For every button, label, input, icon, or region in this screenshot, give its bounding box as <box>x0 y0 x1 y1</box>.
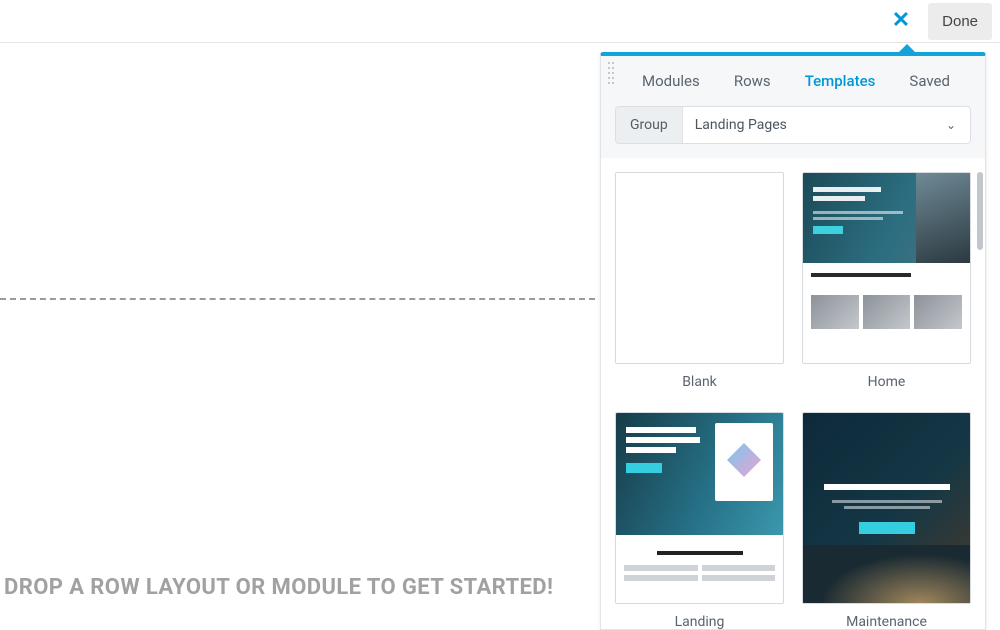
scrollbar[interactable] <box>977 172 983 250</box>
drag-handle-icon[interactable] <box>608 62 610 84</box>
template-thumbnail[interactable] <box>802 172 971 364</box>
template-thumbnail[interactable] <box>802 412 971 604</box>
template-card-landing[interactable]: Landing <box>615 412 784 629</box>
drop-zone-divider <box>0 298 595 300</box>
drop-hint-text: DROP A ROW LAYOUT OR MODULE TO GET START… <box>4 575 553 600</box>
close-icon[interactable]: ✕ <box>884 4 918 38</box>
top-toolbar: ✕ Done <box>0 0 1000 43</box>
tab-modules[interactable]: Modules <box>640 68 702 94</box>
template-card-blank[interactable]: Blank <box>615 172 784 390</box>
done-button[interactable]: Done <box>928 3 992 40</box>
template-name: Blank <box>615 374 784 390</box>
tab-templates[interactable]: Templates <box>803 68 878 94</box>
template-card-maintenance[interactable]: Maintenance <box>802 412 971 629</box>
template-thumbnail[interactable] <box>615 412 784 604</box>
template-name: Landing <box>615 614 784 629</box>
group-selected-value: Landing Pages <box>683 117 932 133</box>
tab-rows[interactable]: Rows <box>732 68 773 94</box>
template-card-home[interactable]: Home <box>802 172 971 390</box>
template-name: Home <box>802 374 971 390</box>
group-filter-row: Group Landing Pages ⌄ <box>601 106 985 158</box>
chevron-down-icon: ⌄ <box>932 118 970 132</box>
group-label: Group <box>616 107 683 143</box>
template-name: Maintenance <box>802 614 971 629</box>
group-select[interactable]: Group Landing Pages ⌄ <box>615 106 971 144</box>
content-panel: Modules Rows Templates Saved Group Landi… <box>600 52 986 630</box>
template-thumbnail[interactable] <box>615 172 784 364</box>
tab-saved[interactable]: Saved <box>907 68 952 94</box>
templates-list[interactable]: Blank Home <box>601 158 985 629</box>
panel-tabs: Modules Rows Templates Saved <box>601 56 985 106</box>
